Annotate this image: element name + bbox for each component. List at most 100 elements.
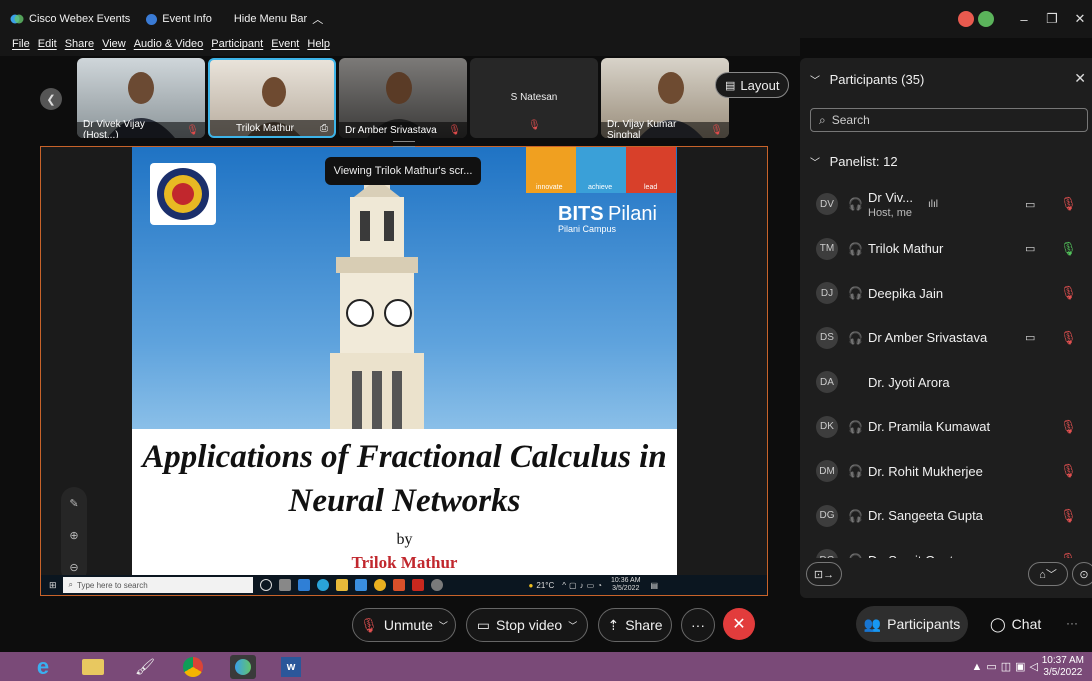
video-tile[interactable]: S Natesan 🎙 bbox=[470, 58, 598, 138]
chrome-icon[interactable] bbox=[180, 655, 206, 679]
drag-handle[interactable] bbox=[393, 141, 415, 147]
close-icon: ✕ bbox=[732, 616, 746, 633]
more-options-icon[interactable]: ⊙ bbox=[1072, 562, 1092, 586]
search-placeholder: Search bbox=[831, 113, 870, 127]
admit-button[interactable]: ⊡→ bbox=[806, 562, 842, 586]
participant-name: Dr. Pramila Kumawat bbox=[868, 419, 991, 435]
participant-row[interactable]: DJ 🎧 Deepika Jain 🎙 bbox=[800, 271, 1092, 316]
restore-icon[interactable]: ❐ bbox=[1040, 11, 1064, 27]
brand-campus: Pilani Campus bbox=[558, 224, 617, 234]
headset-icon: 🎧 bbox=[848, 286, 863, 301]
close-panel-icon[interactable]: ✕ bbox=[1074, 70, 1086, 87]
system-clock[interactable]: 10:37 AM 3/5/2022 bbox=[1042, 655, 1084, 679]
webex-window: Cisco Webex Events Event Info Hide Menu … bbox=[0, 0, 1092, 681]
hide-menu-bar-button[interactable]: Hide Menu Bar ︿ bbox=[234, 11, 323, 27]
participant-row[interactable]: DA Dr. Jyoti Arora bbox=[800, 360, 1092, 405]
system-time: 10:37 AM bbox=[1041, 655, 1084, 666]
unmute-label: Unmute bbox=[383, 617, 433, 633]
menu-event[interactable]: Event bbox=[271, 38, 299, 56]
participant-row[interactable]: DK 🎧 Dr. Pramila Kumawat 🎙 bbox=[800, 405, 1092, 450]
video-tile[interactable]: Dr Amber Srivastava 🎙 bbox=[339, 58, 467, 138]
chevron-down-icon: ﹀ bbox=[438, 620, 448, 631]
video-tile[interactable]: Trilok Mathur ⎙ bbox=[208, 58, 336, 138]
mic-muted-icon[interactable]: 🎙 bbox=[1060, 463, 1077, 479]
panelist-group-header[interactable]: ﹀ Panelist: 12 bbox=[810, 154, 898, 169]
minimize-icon[interactable]: – bbox=[1012, 12, 1036, 27]
chevron-down-icon: ﹀ bbox=[810, 158, 820, 169]
user-avatar-icon[interactable] bbox=[978, 11, 994, 27]
annotate-icon[interactable]: ✎ bbox=[69, 497, 78, 510]
word-icon[interactable]: w bbox=[278, 655, 304, 679]
unmute-button[interactable]: 🎙 Unmute ﹀ bbox=[352, 608, 456, 642]
file-explorer-icon[interactable] bbox=[80, 655, 106, 679]
headset-icon: 🎧 bbox=[848, 508, 863, 523]
stop-video-button[interactable]: ▭ Stop video ﹀ bbox=[466, 608, 588, 642]
headset-icon: 🎧 bbox=[848, 197, 863, 212]
participant-name: Dr. Sangeeta Gupta bbox=[868, 508, 983, 524]
mic-muted-icon[interactable]: 🎙 bbox=[1060, 196, 1077, 212]
mic-active-icon[interactable]: 🎙 bbox=[1060, 241, 1077, 257]
participant-list: DV 🎧 Dr Viv... Host, me ılıl ▭ 🎙 TM 🎧 Trilok Math… bbox=[800, 182, 1092, 558]
event-info-button[interactable]: Event Info bbox=[146, 13, 212, 25]
weather-icon: ● bbox=[528, 580, 534, 590]
video-tile[interactable]: Dr Vivek Vijay (Host...) 🎙 bbox=[77, 58, 205, 138]
participant-row[interactable]: DS 🎧 Dr Amber Srivastava ▭ 🎙 bbox=[800, 316, 1092, 361]
chat-label: Chat bbox=[1011, 616, 1042, 632]
sharing-icon: ⎙ bbox=[320, 122, 328, 134]
raise-hand-button[interactable]: ⌂﹀ bbox=[1028, 562, 1068, 586]
more-dots-icon[interactable]: ··· bbox=[1066, 616, 1078, 630]
mic-muted-icon[interactable]: 🎙 bbox=[1060, 285, 1077, 301]
ie-icon[interactable]: e bbox=[30, 654, 56, 679]
video-filmstrip: Dr Vivek Vijay (Host...) 🎙 Trilok Mathur ⎙… bbox=[40, 58, 800, 140]
system-tray-icons[interactable]: ▲▭◫▣◁ bbox=[971, 660, 1042, 673]
presentation-slide: innovate achieve lead BITS Pilani Pilani… bbox=[132, 147, 677, 575]
shared-clock: 10:36 AM 3/5/2022 bbox=[611, 577, 641, 593]
menu-view[interactable]: View bbox=[102, 38, 126, 56]
brand-block: BITS Pilani Pilani Campus bbox=[558, 203, 657, 234]
menu-share[interactable]: Share bbox=[65, 38, 94, 56]
participant-name: Dr Viv... bbox=[868, 190, 914, 205]
mic-muted-icon[interactable]: 🎙 bbox=[1060, 330, 1077, 346]
menu-participant[interactable]: Participant bbox=[211, 38, 263, 56]
clock-tower-image bbox=[330, 175, 424, 429]
layout-icon: ▤ bbox=[725, 79, 736, 92]
recording-indicator-icon bbox=[958, 11, 974, 27]
menu-edit[interactable]: Edit bbox=[38, 38, 57, 56]
participant-row[interactable]: DG 🎧 Dr. Sangeeta Gupta 🎙 bbox=[800, 494, 1092, 539]
end-meeting-button[interactable]: ✕ bbox=[723, 608, 755, 640]
shared-windows-taskbar: ⊞ ⌕ Type here to search ● 21°C ^▢♪▭◔ 10:… bbox=[41, 575, 767, 595]
layout-label: Layout bbox=[740, 77, 780, 93]
chevron-up-icon: ︿ bbox=[312, 14, 324, 26]
panel-header[interactable]: ﹀ Participants (35) bbox=[810, 72, 924, 87]
menu-help[interactable]: Help bbox=[307, 38, 330, 56]
video-tile[interactable]: Dr. Vijay Kumar Singhal 🎙 bbox=[601, 58, 729, 138]
headset-icon: 🎧 bbox=[848, 241, 863, 256]
participant-search-input[interactable]: ⌕ Search bbox=[810, 108, 1088, 132]
participant-name: Trilok Mathur bbox=[868, 241, 944, 257]
windows-start-icon: ⊞ bbox=[49, 579, 57, 590]
webex-taskbar-icon[interactable] bbox=[230, 655, 256, 679]
search-icon: ⌕ bbox=[68, 580, 74, 589]
chat-button[interactable]: ◯ Chat bbox=[990, 606, 1041, 642]
paint-icon[interactable]: 🖌 bbox=[132, 655, 158, 679]
avatar: DA bbox=[816, 371, 838, 394]
participant-row[interactable]: TM 🎧 Trilok Mathur ▭ 🎙 bbox=[800, 227, 1092, 272]
menu-audio-video[interactable]: Audio & Video bbox=[134, 38, 204, 56]
menu-file[interactable]: File bbox=[12, 38, 30, 56]
share-button[interactable]: ⇡ Share bbox=[598, 608, 672, 642]
mic-muted-icon[interactable]: 🎙 bbox=[1060, 419, 1077, 435]
more-button[interactable]: ··· bbox=[681, 608, 715, 642]
participant-row[interactable]: DM 🎧 Dr. Rohit Mukherjee 🎙 bbox=[800, 449, 1092, 494]
webex-logo-icon bbox=[10, 14, 24, 24]
participants-button[interactable]: 👥 Participants bbox=[856, 606, 968, 642]
close-window-icon[interactable]: ✕ bbox=[1068, 11, 1092, 27]
zoom-out-icon[interactable]: ⊖ bbox=[69, 561, 78, 574]
zoom-in-icon[interactable]: ⊕ bbox=[69, 529, 78, 542]
mic-muted-icon[interactable]: 🎙 bbox=[1060, 508, 1077, 524]
shared-time: 10:36 AM bbox=[610, 577, 641, 584]
layout-button[interactable]: ▤ Layout bbox=[715, 72, 790, 98]
participant-row[interactable]: DG🎧Dr. Sumit Gupta🎙 bbox=[800, 538, 1092, 558]
powerpoint-icon bbox=[392, 579, 405, 591]
participant-name: Dr. Jyoti Arora bbox=[868, 374, 950, 390]
participant-row[interactable]: DV 🎧 Dr Viv... Host, me ılıl ▭ 🎙 bbox=[800, 182, 1092, 227]
